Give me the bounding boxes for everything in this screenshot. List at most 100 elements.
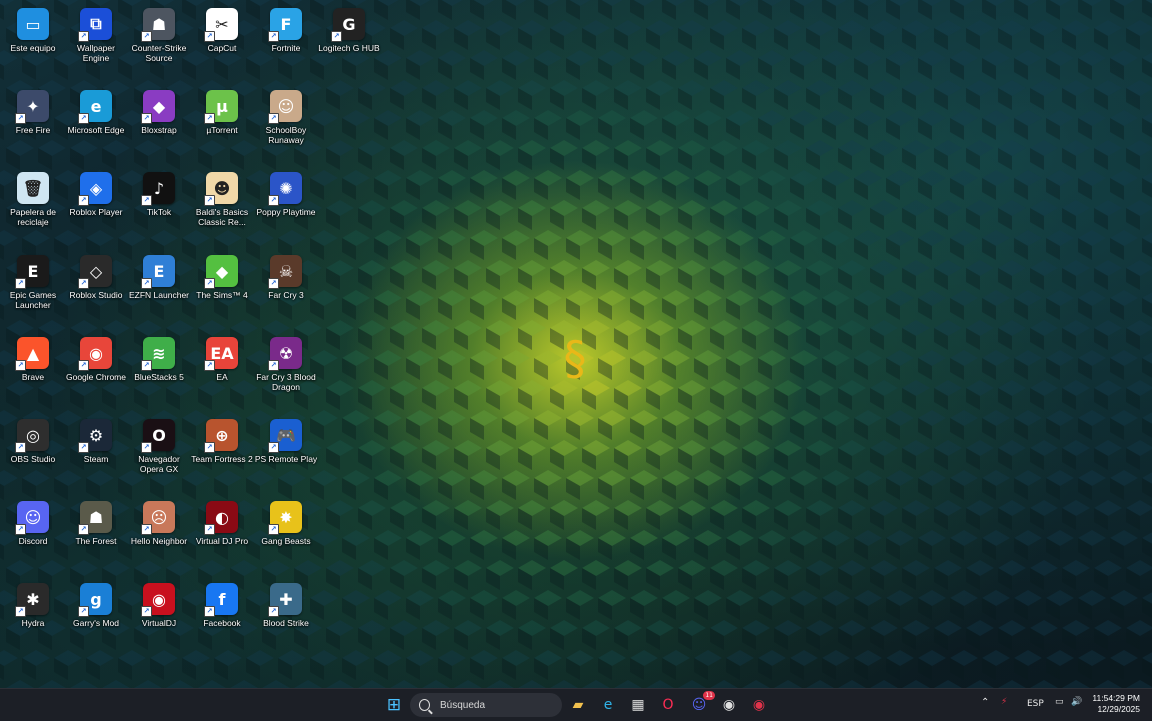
desktop-icon-label: Roblox Player	[69, 207, 123, 217]
search-box[interactable]	[410, 693, 562, 717]
desktop-icon-roblox-player[interactable]: ◈ ↗ Roblox Player	[63, 166, 129, 244]
desktop-icon-capcut[interactable]: ✂ ↗ CapCut	[189, 2, 255, 80]
shortcut-arrow-icon: ↗	[78, 278, 89, 289]
volume-icon[interactable]: 🔊	[1071, 697, 1082, 707]
desktop-icon-recycle-bin[interactable]: 🗑 Papelera de reciclaje	[0, 166, 66, 244]
desktop-icon-brave[interactable]: ▲ ↗ Brave	[0, 331, 66, 409]
desktop-icon-virtualdj[interactable]: ◉ ↗ VirtualDJ	[126, 577, 192, 655]
desktop-icon-obs[interactable]: ◎ ↗ OBS Studio	[0, 413, 66, 491]
desktop-icon-label: Roblox Studio	[69, 290, 123, 300]
desktop-icon-label: Poppy Playtime	[256, 207, 316, 217]
desktop-icon-ps-remote-play[interactable]: 🎮 ↗ PS Remote Play	[253, 413, 319, 491]
desktop-icon-free-fire[interactable]: ✦ ↗ Free Fire	[0, 84, 66, 162]
desktop-icon-tf2[interactable]: ⊕ ↗ Team Fortress 2	[189, 413, 255, 491]
desktop[interactable]: § ▭ Este equipo ⧉ ↗ Wallpaper Engine ☗ ↗ Counte…	[0, 0, 1152, 688]
desktop-icon-virtual-dj-pro[interactable]: ◐ ↗ Virtual DJ Pro	[189, 495, 255, 573]
desktop-icon-bloxstrap[interactable]: ◆ ↗ Bloxstrap	[126, 84, 192, 162]
gang-beasts-icon: ✸ ↗	[268, 501, 302, 535]
search-input[interactable]	[438, 698, 562, 712]
wallpaper-cube-face	[838, 680, 866, 688]
desktop-icon-chrome[interactable]: ◉ ↗ Google Chrome	[63, 331, 129, 409]
virtualdj-taskbar-icon[interactable]: ◉	[746, 693, 772, 717]
desktop-icon-gang-beasts[interactable]: ✸ ↗ Gang Beasts	[253, 495, 319, 573]
discord-icon: ☺ ↗	[15, 501, 49, 535]
edge-taskbar-icon[interactable]: e	[595, 693, 621, 717]
desktop-icon-poppy-playtime[interactable]: ✺ ↗ Poppy Playtime	[253, 166, 319, 244]
sims-icon: ◆ ↗	[204, 255, 238, 289]
taskbar: ⊞ ▰e▦O☺11◉◉ ⌃ ⚡ ESP ▭ 🔊 11:54:29 PM 12/2…	[0, 688, 1152, 721]
shortcut-arrow-icon: ↗	[141, 195, 152, 206]
desktop-icon-hello-neighbor[interactable]: ☹ ↗ Hello Neighbor	[126, 495, 192, 573]
language-indicator[interactable]: ESP	[1027, 699, 1044, 709]
steam-icon: ⚙ ↗	[78, 419, 112, 453]
desktop-icon-opera-gx[interactable]: O ↗ Navegador Opera GX	[126, 413, 192, 491]
desktop-icon-garrys-mod[interactable]: g ↗ Garry's Mod	[63, 577, 129, 655]
desktop-icon-hydra[interactable]: ✱ ↗ Hydra	[0, 577, 66, 655]
tf2-icon: ⊕ ↗	[204, 419, 238, 453]
virtualdj-icon: ◉ ↗	[141, 583, 175, 617]
desktop-icon-label: Fortnite	[271, 43, 301, 53]
desktop-icon-ea[interactable]: EA ↗ EA	[189, 331, 255, 409]
wallpaper-cube-face	[1030, 680, 1058, 688]
start-button[interactable]: ⊞	[381, 693, 407, 717]
desktop-icon-label: CapCut	[207, 43, 237, 53]
desktop-icon-sims[interactable]: ◆ ↗ The Sims™ 4	[189, 249, 255, 327]
file-explorer-taskbar-icon[interactable]: ▰	[565, 693, 591, 717]
capcut-icon: ✂ ↗	[204, 8, 238, 42]
shortcut-arrow-icon: ↗	[78, 195, 89, 206]
clock[interactable]: 11:54:29 PM 12/29/2025	[1092, 693, 1140, 715]
desktop-icon-ezfn[interactable]: E ↗ EZFN Launcher	[126, 249, 192, 327]
shortcut-arrow-icon: ↗	[268, 278, 279, 289]
desktop-icon-steam[interactable]: ⚙ ↗ Steam	[63, 413, 129, 491]
wallpaper-cube-face	[6, 680, 34, 688]
shortcut-arrow-icon: ↗	[204, 360, 215, 371]
wallpaper-engine-icon: ⧉ ↗	[78, 8, 112, 42]
clock-time: 11:54:29 PM	[1092, 693, 1140, 703]
wallpaper-cube-face	[774, 680, 802, 688]
desktop-icon-baldi[interactable]: ☻ ↗ Baldi's Basics Classic Re...	[189, 166, 255, 244]
opera-gx-taskbar-icon[interactable]: O	[655, 693, 681, 717]
desktop-icon-counter-strike[interactable]: ☗ ↗ Counter-Strike Source	[126, 2, 192, 80]
desktop-icon-facebook[interactable]: f ↗ Facebook	[189, 577, 255, 655]
ezfn-icon: E ↗	[141, 255, 175, 289]
desktop-icon-label: PS Remote Play	[254, 454, 318, 464]
wallpaper-cube-face	[806, 680, 834, 688]
tray-app-icon[interactable]: ⚡	[1001, 697, 1007, 707]
wallpaper-cube-face	[518, 680, 546, 688]
desktop-icon-epic-games[interactable]: E ↗ Epic Games Launcher	[0, 249, 66, 327]
desktop-icon-monitor[interactable]: ▭ Este equipo	[0, 2, 66, 80]
poppy-playtime-icon: ✺ ↗	[268, 172, 302, 206]
desktop-icon-label: Gang Beasts	[261, 536, 311, 546]
wallpaper-cube-face	[742, 680, 770, 688]
show-hidden-icons-chevron-icon[interactable]: ⌃	[981, 697, 989, 708]
desktop-icon-discord[interactable]: ☺ ↗ Discord	[0, 495, 66, 573]
desktop-icon-roblox-studio[interactable]: ◇ ↗ Roblox Studio	[63, 249, 129, 327]
desktop-icon-the-forest[interactable]: ☗ ↗ The Forest	[63, 495, 129, 573]
desktop-icon-label: OBS Studio	[10, 454, 56, 464]
desktop-icon-logitech[interactable]: G ↗ Logitech G HUB	[316, 2, 382, 80]
network-icon[interactable]: ▭	[1055, 697, 1064, 707]
counter-strike-icon: ☗ ↗	[141, 8, 175, 42]
schoolboy-icon: ☺ ↗	[268, 90, 302, 124]
discord-taskbar-icon[interactable]: ☺ 11	[686, 691, 715, 717]
desktop-icon-edge[interactable]: e ↗ Microsoft Edge	[63, 84, 129, 162]
shortcut-arrow-icon: ↗	[268, 606, 279, 617]
desktop-icon-bluestacks[interactable]: ≋ ↗ BlueStacks 5	[126, 331, 192, 409]
desktop-icon-label: Papelera de reciclaje	[10, 207, 56, 227]
desktop-icon-label: Hydra	[21, 618, 45, 628]
chrome-taskbar-icon[interactable]: ◉	[716, 693, 742, 717]
desktop-icon-utorrent[interactable]: µ ↗ µTorrent	[189, 84, 255, 162]
desktop-icon-label: Google Chrome	[65, 372, 126, 382]
desktop-icon-fortnite[interactable]: F ↗ Fortnite	[253, 2, 319, 80]
desktop-icon-blood-dragon[interactable]: ☢ ↗ Far Cry 3 Blood Dragon	[253, 331, 319, 409]
desktop-icon-far-cry-3[interactable]: ☠ ↗ Far Cry 3	[253, 249, 319, 327]
desktop-icon-blood-strike[interactable]: ✚ ↗ Blood Strike	[253, 577, 319, 655]
desktop-icon-tiktok[interactable]: ♪ ↗ TikTok	[126, 166, 192, 244]
desktop-icon-schoolboy[interactable]: ☺ ↗ SchoolBoy Runaway	[253, 84, 319, 162]
blood-strike-icon: ✚ ↗	[268, 583, 302, 617]
store-taskbar-icon[interactable]: ▦	[625, 693, 651, 717]
shortcut-arrow-icon: ↗	[268, 442, 279, 453]
shortcut-arrow-icon: ↗	[141, 113, 152, 124]
desktop-icon-wallpaper-engine[interactable]: ⧉ ↗ Wallpaper Engine	[63, 2, 129, 80]
wallpaper-cube-face	[1126, 680, 1152, 688]
